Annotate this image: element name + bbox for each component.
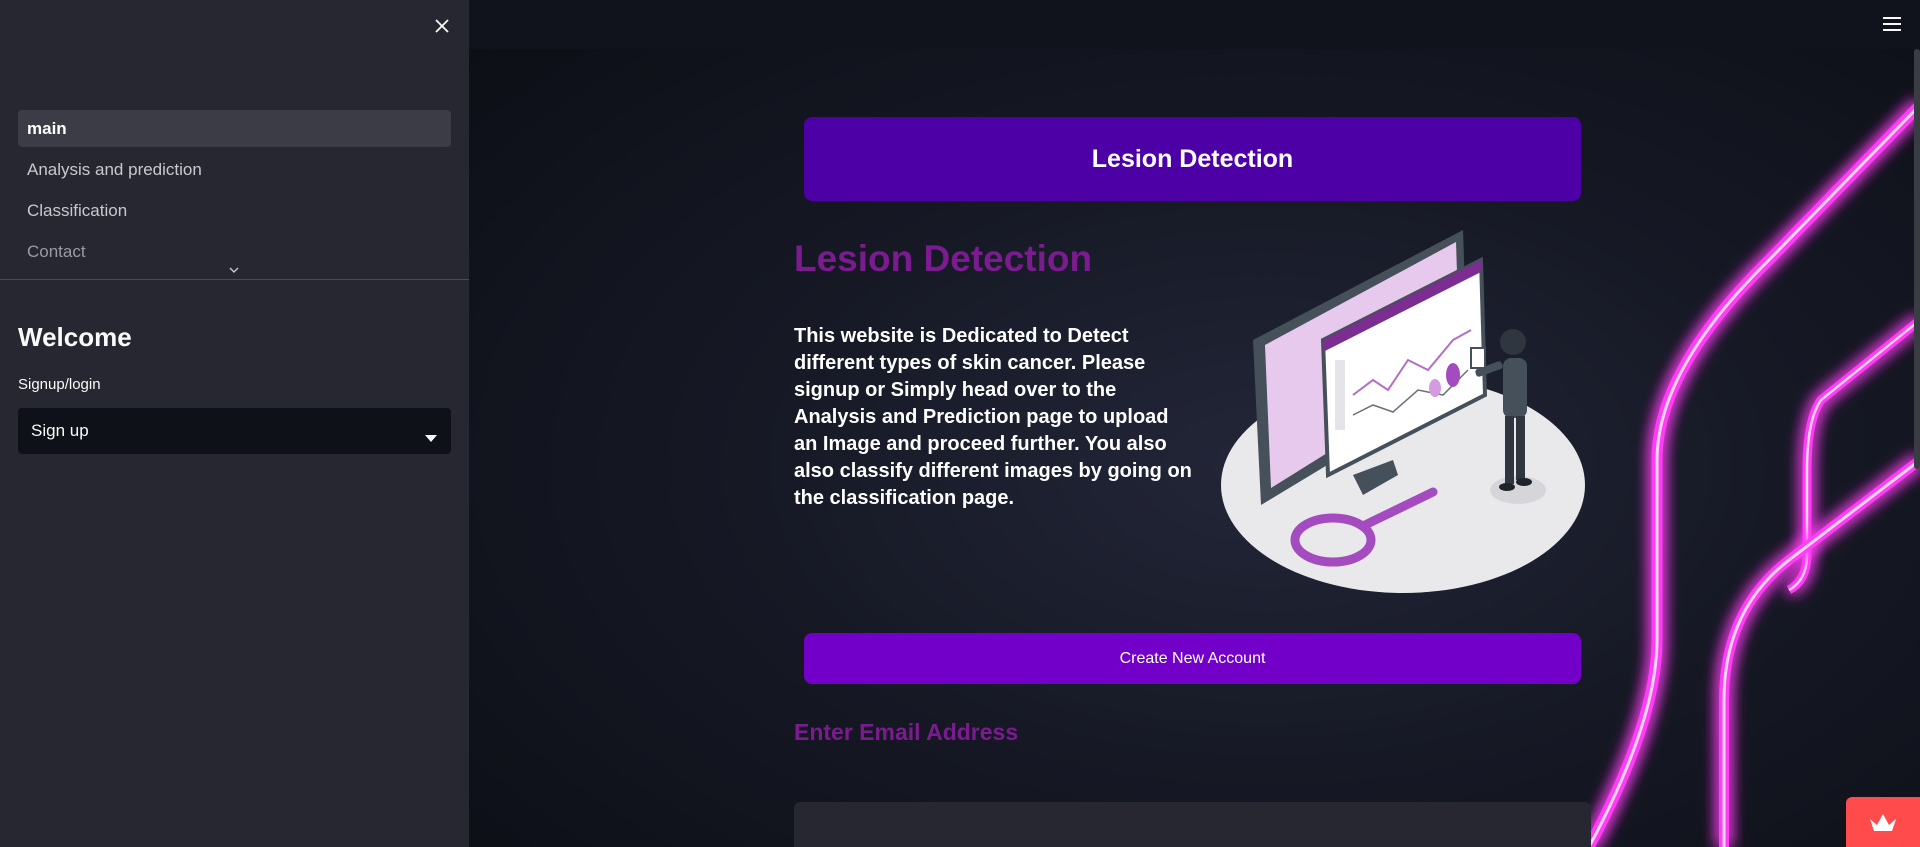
close-icon[interactable] bbox=[430, 14, 454, 38]
welcome-title: Welcome bbox=[18, 322, 132, 352]
select-value: Sign up bbox=[31, 421, 89, 440]
sidebar-item-label: Contact bbox=[27, 241, 86, 261]
divider bbox=[0, 279, 469, 280]
sidebar-item-main[interactable]: main bbox=[18, 110, 451, 147]
sidebar-item-label: Classification bbox=[27, 200, 128, 220]
create-account-label: Create New Account bbox=[1119, 649, 1266, 667]
sidebar-item-analysis[interactable]: Analysis and prediction bbox=[18, 151, 451, 188]
hero-banner: Lesion Detection bbox=[804, 117, 1581, 201]
sidebar: main Analysis and prediction Classificat… bbox=[0, 0, 469, 847]
sidebar-item-label: Analysis and prediction bbox=[27, 159, 202, 179]
email-field[interactable] bbox=[794, 802, 1591, 847]
email-label: Enter Email Address bbox=[794, 719, 1019, 745]
streamlit-badge[interactable] bbox=[1846, 797, 1920, 847]
select-label: Signup/login bbox=[18, 376, 101, 393]
top-header bbox=[469, 0, 1920, 49]
sidebar-item-classification[interactable]: Classification bbox=[18, 192, 451, 229]
signup-login-select[interactable]: Sign up bbox=[18, 408, 451, 454]
analytics-illustration bbox=[1221, 230, 1585, 593]
banner-title: Lesion Detection bbox=[1091, 144, 1294, 173]
main-content: Lesion Detection Lesion Detection This w… bbox=[469, 0, 1920, 847]
scrollbar[interactable] bbox=[1914, 49, 1920, 469]
sidebar-item-label: main bbox=[27, 118, 67, 138]
intro-paragraph: This website is Dedicated to Detect diff… bbox=[794, 325, 1192, 509]
hamburger-menu-icon[interactable] bbox=[1883, 17, 1901, 36]
crown-icon bbox=[1870, 814, 1896, 831]
chevron-down-icon[interactable] bbox=[226, 262, 242, 278]
caret-down-icon bbox=[425, 427, 437, 447]
sidebar-nav: main Analysis and prediction Classificat… bbox=[18, 110, 451, 274]
page-title: Lesion Detection bbox=[794, 238, 1093, 279]
create-account-button[interactable]: Create New Account bbox=[804, 633, 1581, 684]
